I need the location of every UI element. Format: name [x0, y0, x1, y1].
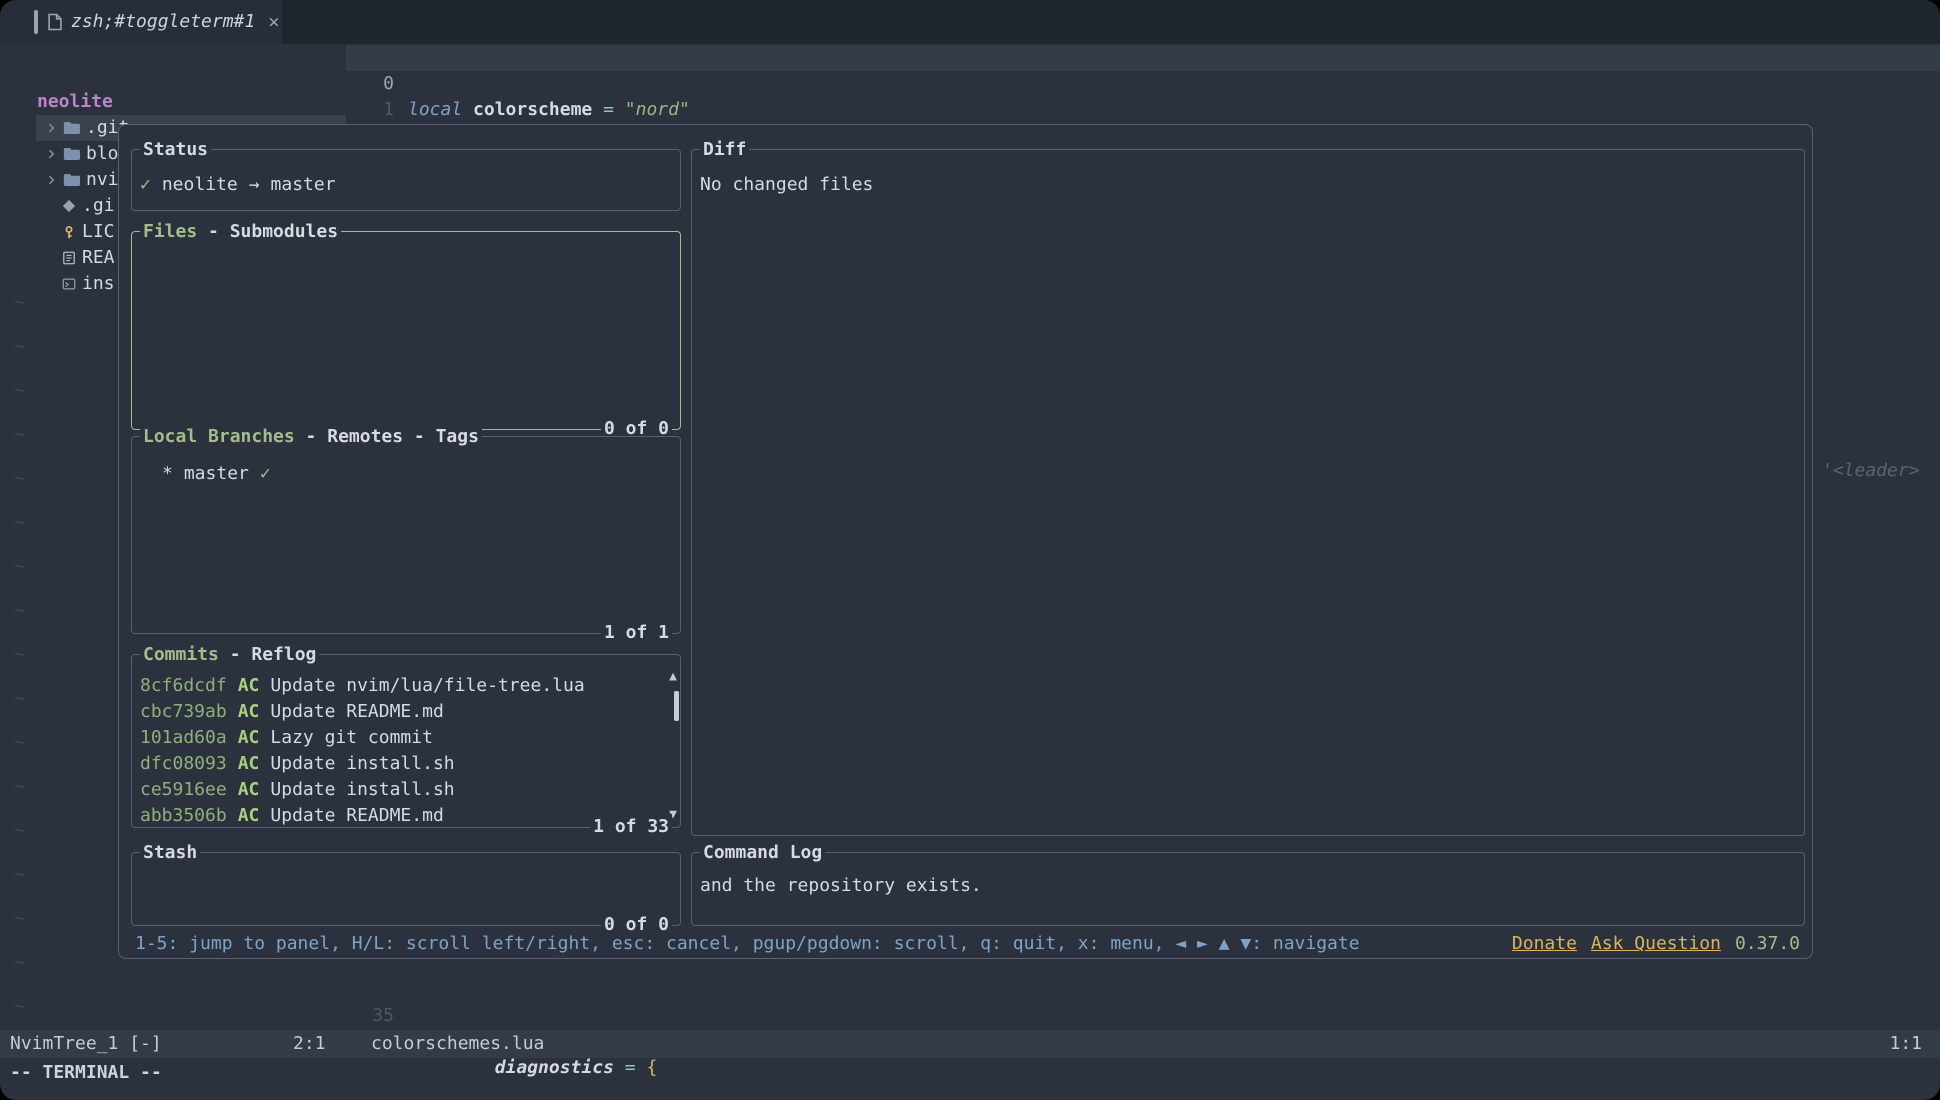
- license-icon: [62, 225, 76, 240]
- diff-panel[interactable]: Diff No changed files: [691, 149, 1805, 836]
- stash-panel[interactable]: Stash 0 of 0: [131, 852, 681, 926]
- statusline-filename: colorschemes.lua: [371, 1030, 544, 1058]
- folder-icon: [63, 173, 80, 187]
- commit-row[interactable]: 8cf6dcdf AC Update nvim/lua/file-tree.lua: [140, 673, 680, 699]
- panel-title: Local Branches - Remotes - Tags: [140, 424, 482, 450]
- repo-name: neolite: [162, 172, 238, 198]
- chevron-right-icon[interactable]: [45, 174, 57, 186]
- commit-hash: cbc739ab: [140, 699, 227, 725]
- editor-line: 36 diagnostics = {: [346, 1003, 1940, 1029]
- mode-indicator: -- TERMINAL --: [10, 1060, 162, 1088]
- lazygit-window: Status ✓ neolite → master Files - Submodule…: [118, 124, 1813, 959]
- folder-icon: [63, 147, 80, 161]
- scrollbar-thumb[interactable]: [674, 691, 679, 721]
- panel-title: Status: [140, 137, 211, 163]
- donate-link[interactable]: Donate: [1512, 931, 1577, 957]
- script-icon: [62, 277, 76, 291]
- commit-hash: 8cf6dcdf: [140, 673, 227, 699]
- commit-message: Update nvim/lua/file-tree.lua: [270, 673, 584, 699]
- editor-line: 1: [346, 71, 1940, 97]
- tree-item-label: LIC: [82, 219, 115, 245]
- commit-hash: ce5916ee: [140, 777, 227, 803]
- commit-list: 8cf6dcdfACUpdate nvim/lua/file-tree.lua …: [132, 655, 680, 827]
- statusline-window-name: NvimTree_1 [-]: [10, 1030, 162, 1058]
- keybinding-hints: 1-5: jump to panel, H/L: scroll left/rig…: [135, 931, 1360, 957]
- editor-line: 0 local colorscheme = "nord": [346, 45, 1940, 71]
- scroll-up-icon[interactable]: ▲: [669, 670, 677, 683]
- version-label: 0.37.0: [1735, 931, 1800, 957]
- command-log-content: and the repository exists.: [692, 853, 1804, 899]
- chevron-right-icon[interactable]: [45, 148, 57, 160]
- tabline: zsh;#toggleterm#1 ×: [0, 0, 1940, 44]
- gitignore-icon: [62, 199, 76, 213]
- tree-item-label: nvi: [86, 167, 119, 193]
- commit-author: AC: [238, 673, 260, 699]
- commit-message: Lazy git commit: [270, 725, 433, 751]
- files-panel[interactable]: Files - Submodules 0 of 0: [131, 231, 681, 430]
- branches-panel[interactable]: Local Branches - Remotes - Tags *master✓…: [131, 436, 681, 634]
- tab-label: zsh;#toggleterm#1: [71, 9, 255, 35]
- arrow-icon: →: [249, 172, 260, 198]
- commit-row[interactable]: cbc739ab AC Update README.md: [140, 699, 680, 725]
- commit-hash: abb3506b: [140, 803, 227, 827]
- commit-message: Update install.sh: [270, 777, 454, 803]
- tree-item-label: REA: [82, 245, 115, 271]
- commit-author: AC: [238, 699, 260, 725]
- panel-title: Command Log: [700, 840, 825, 866]
- branch-name: master: [271, 172, 336, 198]
- panel-title: Files - Submodules: [140, 219, 341, 245]
- diff-content: No changed files: [692, 150, 1804, 198]
- repo-status: ✓ neolite → master: [132, 150, 680, 198]
- tree-root-name: neolite: [37, 89, 113, 115]
- branch-name: master: [184, 461, 249, 487]
- commit-author: AC: [238, 725, 260, 751]
- keybinding-bar: 1-5: jump to panel, H/L: scroll left/rig…: [135, 931, 1800, 957]
- active-tab-indicator: [34, 10, 38, 34]
- panel-title: Stash: [140, 840, 200, 866]
- commit-message: Update README.md: [270, 803, 443, 827]
- tree-item-label: ins: [82, 271, 115, 297]
- close-icon[interactable]: ×: [268, 9, 279, 35]
- panel-count: 1 of 1: [601, 620, 672, 646]
- commit-row[interactable]: ce5916ee AC Update install.sh: [140, 777, 680, 803]
- readme-icon: [62, 251, 76, 265]
- commit-message: Update README.md: [270, 699, 443, 725]
- commit-author: AC: [238, 803, 260, 827]
- command-log-panel[interactable]: Command Log and the repository exists.: [691, 852, 1805, 926]
- file-icon: [47, 13, 62, 31]
- commit-hash: dfc08093: [140, 751, 227, 777]
- editor-line: 2 if colorscheme == "onedark" then: [346, 97, 1940, 123]
- commit-hash: 101ad60a: [140, 725, 227, 751]
- statusline-cursor-position-left: 2:1: [293, 1030, 326, 1058]
- empty-line-markers: ~~~~~~~~~~~~~~~~~~: [14, 290, 25, 1082]
- tree-item-label: .gi: [82, 193, 115, 219]
- commit-author: AC: [238, 751, 260, 777]
- code-text: diagnostics = {: [408, 1055, 657, 1081]
- commits-panel[interactable]: Commits - Reflog 8cf6dcdfACUpdate nvim/l…: [131, 654, 681, 828]
- chevron-right-icon[interactable]: [45, 122, 57, 134]
- statusline-cursor-position-right: 1:1: [1889, 1030, 1922, 1058]
- check-icon: ✓: [260, 461, 271, 487]
- statusline: NvimTree_1 [-] 2:1 colorschemes.lua 1:1: [0, 1030, 1940, 1058]
- current-branch-star: *: [162, 461, 173, 487]
- editor-line: 35 -- Plugins Config --: [346, 977, 1940, 1003]
- commit-message: Update install.sh: [270, 751, 454, 777]
- ask-question-link[interactable]: Ask Question: [1591, 931, 1721, 957]
- panel-title: Diff: [700, 137, 749, 163]
- commit-author: AC: [238, 777, 260, 803]
- check-icon: ✓: [140, 172, 151, 198]
- panel-count: 1 of 33: [590, 814, 672, 840]
- commit-row[interactable]: dfc08093 AC Update install.sh: [140, 751, 680, 777]
- commit-row[interactable]: 101ad60a AC Lazy git commit: [140, 725, 680, 751]
- terminal-tab[interactable]: zsh;#toggleterm#1 ×: [0, 0, 282, 44]
- neovim-screen: zsh;#toggleterm#1 × 0 local colorscheme …: [0, 0, 1940, 1100]
- status-panel[interactable]: Status ✓neolite→master: [131, 149, 681, 211]
- folder-icon: [63, 121, 80, 135]
- leader-hint-text: '<leader>: [1822, 458, 1920, 484]
